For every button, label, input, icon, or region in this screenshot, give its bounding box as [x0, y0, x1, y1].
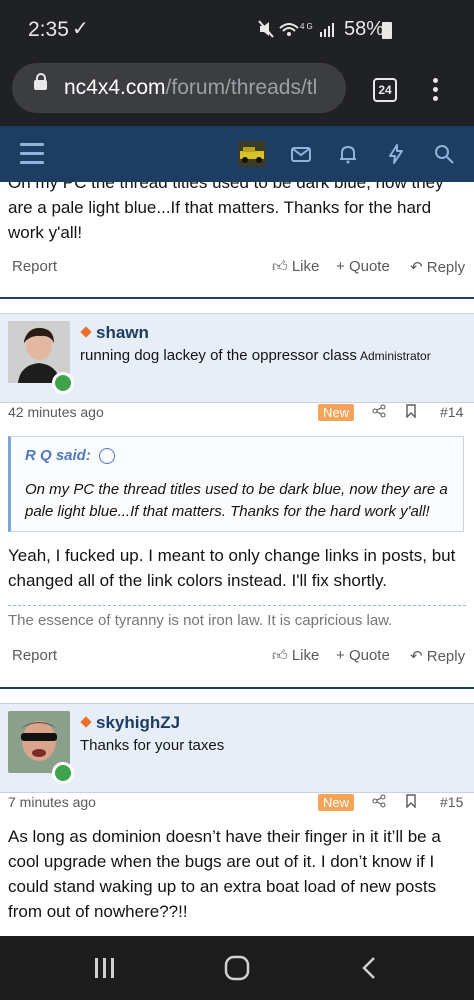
tab-switcher-button[interactable]: 24 — [373, 78, 397, 102]
mail-icon[interactable] — [290, 143, 312, 165]
more-options-icon[interactable] — [433, 78, 439, 105]
share-icon[interactable] — [372, 404, 386, 421]
user-title: Thanks for your taxes — [80, 737, 225, 754]
like-button[interactable]: 👍︎ Like — [272, 258, 319, 276]
mute-wifi-signal-icon: 4G — [258, 20, 334, 38]
user-banner: Administrator — [360, 349, 431, 363]
bell-icon[interactable] — [337, 143, 359, 165]
post-number[interactable]: #15 — [440, 794, 463, 810]
online-indicator — [52, 762, 74, 784]
url-host: nc4x4.com — [64, 76, 166, 99]
signature: The essence of tyranny is not iron law. … — [8, 605, 466, 629]
post-body: Yeah, I fucked up. I meant to only chang… — [8, 546, 456, 590]
reply-button[interactable]: ↶ Reply — [410, 647, 465, 665]
post-body: On my PC the thread titles used to be da… — [8, 182, 444, 242]
post-meta: 42 minutes ago New #14 — [0, 404, 474, 426]
bookmark-icon[interactable] — [405, 794, 417, 811]
post-divider — [0, 687, 474, 689]
quote-button[interactable]: + Quote — [336, 647, 390, 664]
signal-icons: 4G — [258, 20, 338, 45]
svg-text:4G: 4G — [300, 22, 315, 31]
post-time[interactable]: 42 minutes ago — [8, 404, 104, 420]
username[interactable]: shawn — [96, 323, 149, 343]
post-body: As long as dominion doesn’t have their f… — [8, 827, 441, 921]
quote-author[interactable]: R Q said: — [25, 447, 91, 464]
post-actions: Report 👍︎ Like + Quote ↶ Reply — [0, 647, 474, 671]
battery-percent: 58% — [344, 18, 385, 40]
report-link[interactable]: Report — [12, 258, 57, 275]
arrow-up-icon[interactable] — [99, 448, 115, 464]
status-time: 2:35 — [28, 18, 69, 41]
report-link[interactable]: Report — [12, 647, 57, 664]
lock-icon — [34, 73, 47, 90]
post-time[interactable]: 7 minutes ago — [8, 794, 96, 810]
home-icon[interactable] — [223, 955, 251, 981]
check-icon: ✓ — [72, 18, 89, 40]
site-logo[interactable] — [238, 141, 266, 167]
url-path: /forum/threads/tl — [165, 76, 318, 99]
bookmark-icon[interactable] — [405, 404, 417, 421]
post-meta: 7 minutes ago New #15 — [0, 794, 474, 816]
post-actions: Report 👍︎ Like + Quote ↶ Reply — [0, 258, 474, 282]
recent-apps-icon[interactable] — [92, 956, 118, 980]
quote-text: On my PC the thread titles used to be da… — [25, 481, 448, 520]
like-button[interactable]: 👍︎ Like — [272, 647, 319, 665]
battery-icon — [382, 22, 392, 39]
quote-block: R Q said: On my PC the thread titles use… — [8, 436, 464, 532]
system-nav-bar — [0, 936, 474, 1000]
menu-icon[interactable] — [20, 143, 44, 170]
post-divider — [0, 297, 474, 299]
post-number[interactable]: #14 — [440, 404, 463, 420]
bolt-icon[interactable] — [385, 143, 407, 165]
reply-button[interactable]: ↶ Reply — [410, 258, 465, 276]
share-icon[interactable] — [372, 794, 386, 811]
back-icon[interactable] — [360, 956, 378, 980]
quote-button[interactable]: + Quote — [336, 258, 390, 275]
new-badge: New — [318, 794, 355, 811]
url-text[interactable]: nc4x4.com/forum/threads/tl — [64, 76, 338, 100]
online-indicator — [52, 372, 74, 394]
username[interactable]: skyhighZJ — [96, 713, 180, 733]
status-bar: 2:35 ✓ 4G 58% — [0, 0, 474, 62]
search-icon[interactable] — [433, 143, 455, 165]
thread-content: On my PC the thread titles used to be da… — [0, 182, 474, 936]
user-title: running dog lackey of the oppressor clas… — [80, 347, 357, 364]
new-badge: New — [318, 404, 355, 421]
